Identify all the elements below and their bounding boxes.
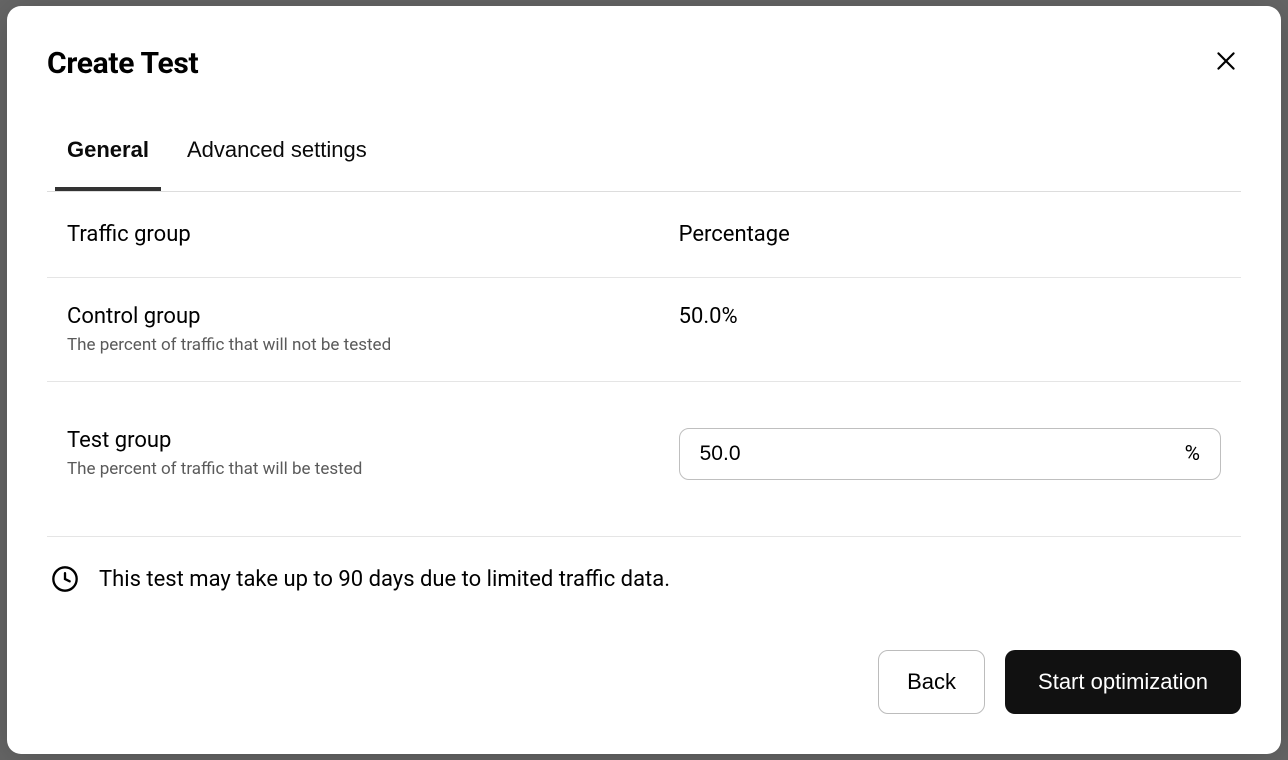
test-group-row: Test group The percent of traffic that w… — [47, 382, 1241, 537]
header-traffic-group: Traffic group — [67, 222, 679, 247]
notice-text: This test may take up to 90 days due to … — [99, 567, 670, 592]
duration-notice: This test may take up to 90 days due to … — [47, 537, 1241, 593]
control-group-value: 50.0% — [679, 304, 1221, 329]
clock-icon — [51, 565, 79, 593]
start-optimization-button[interactable]: Start optimization — [1005, 650, 1241, 714]
traffic-table: Traffic group Percentage Control group T… — [47, 192, 1241, 537]
close-icon — [1213, 48, 1239, 74]
test-group-input-wrapper: % — [679, 428, 1221, 480]
modal-footer: Back Start optimization — [47, 610, 1241, 714]
tab-advanced-settings[interactable]: Advanced settings — [187, 137, 367, 191]
close-button[interactable] — [1211, 46, 1241, 76]
control-group-name: Control group — [67, 304, 679, 329]
table-header-row: Traffic group Percentage — [47, 192, 1241, 278]
modal-header: Create Test — [47, 46, 1241, 81]
control-group-desc: The percent of traffic that will not be … — [67, 335, 679, 355]
tabs: General Advanced settings — [47, 137, 1241, 192]
tab-general[interactable]: General — [67, 137, 149, 191]
percent-suffix: % — [1185, 442, 1200, 466]
back-button[interactable]: Back — [878, 650, 985, 714]
test-group-desc: The percent of traffic that will be test… — [67, 459, 679, 479]
create-test-modal: Create Test General Advanced settings Tr… — [7, 6, 1281, 754]
test-group-name: Test group — [67, 428, 679, 453]
header-percentage: Percentage — [679, 222, 1221, 247]
control-group-row: Control group The percent of traffic tha… — [47, 278, 1241, 382]
test-group-input[interactable] — [700, 442, 1185, 466]
modal-title: Create Test — [47, 46, 198, 81]
